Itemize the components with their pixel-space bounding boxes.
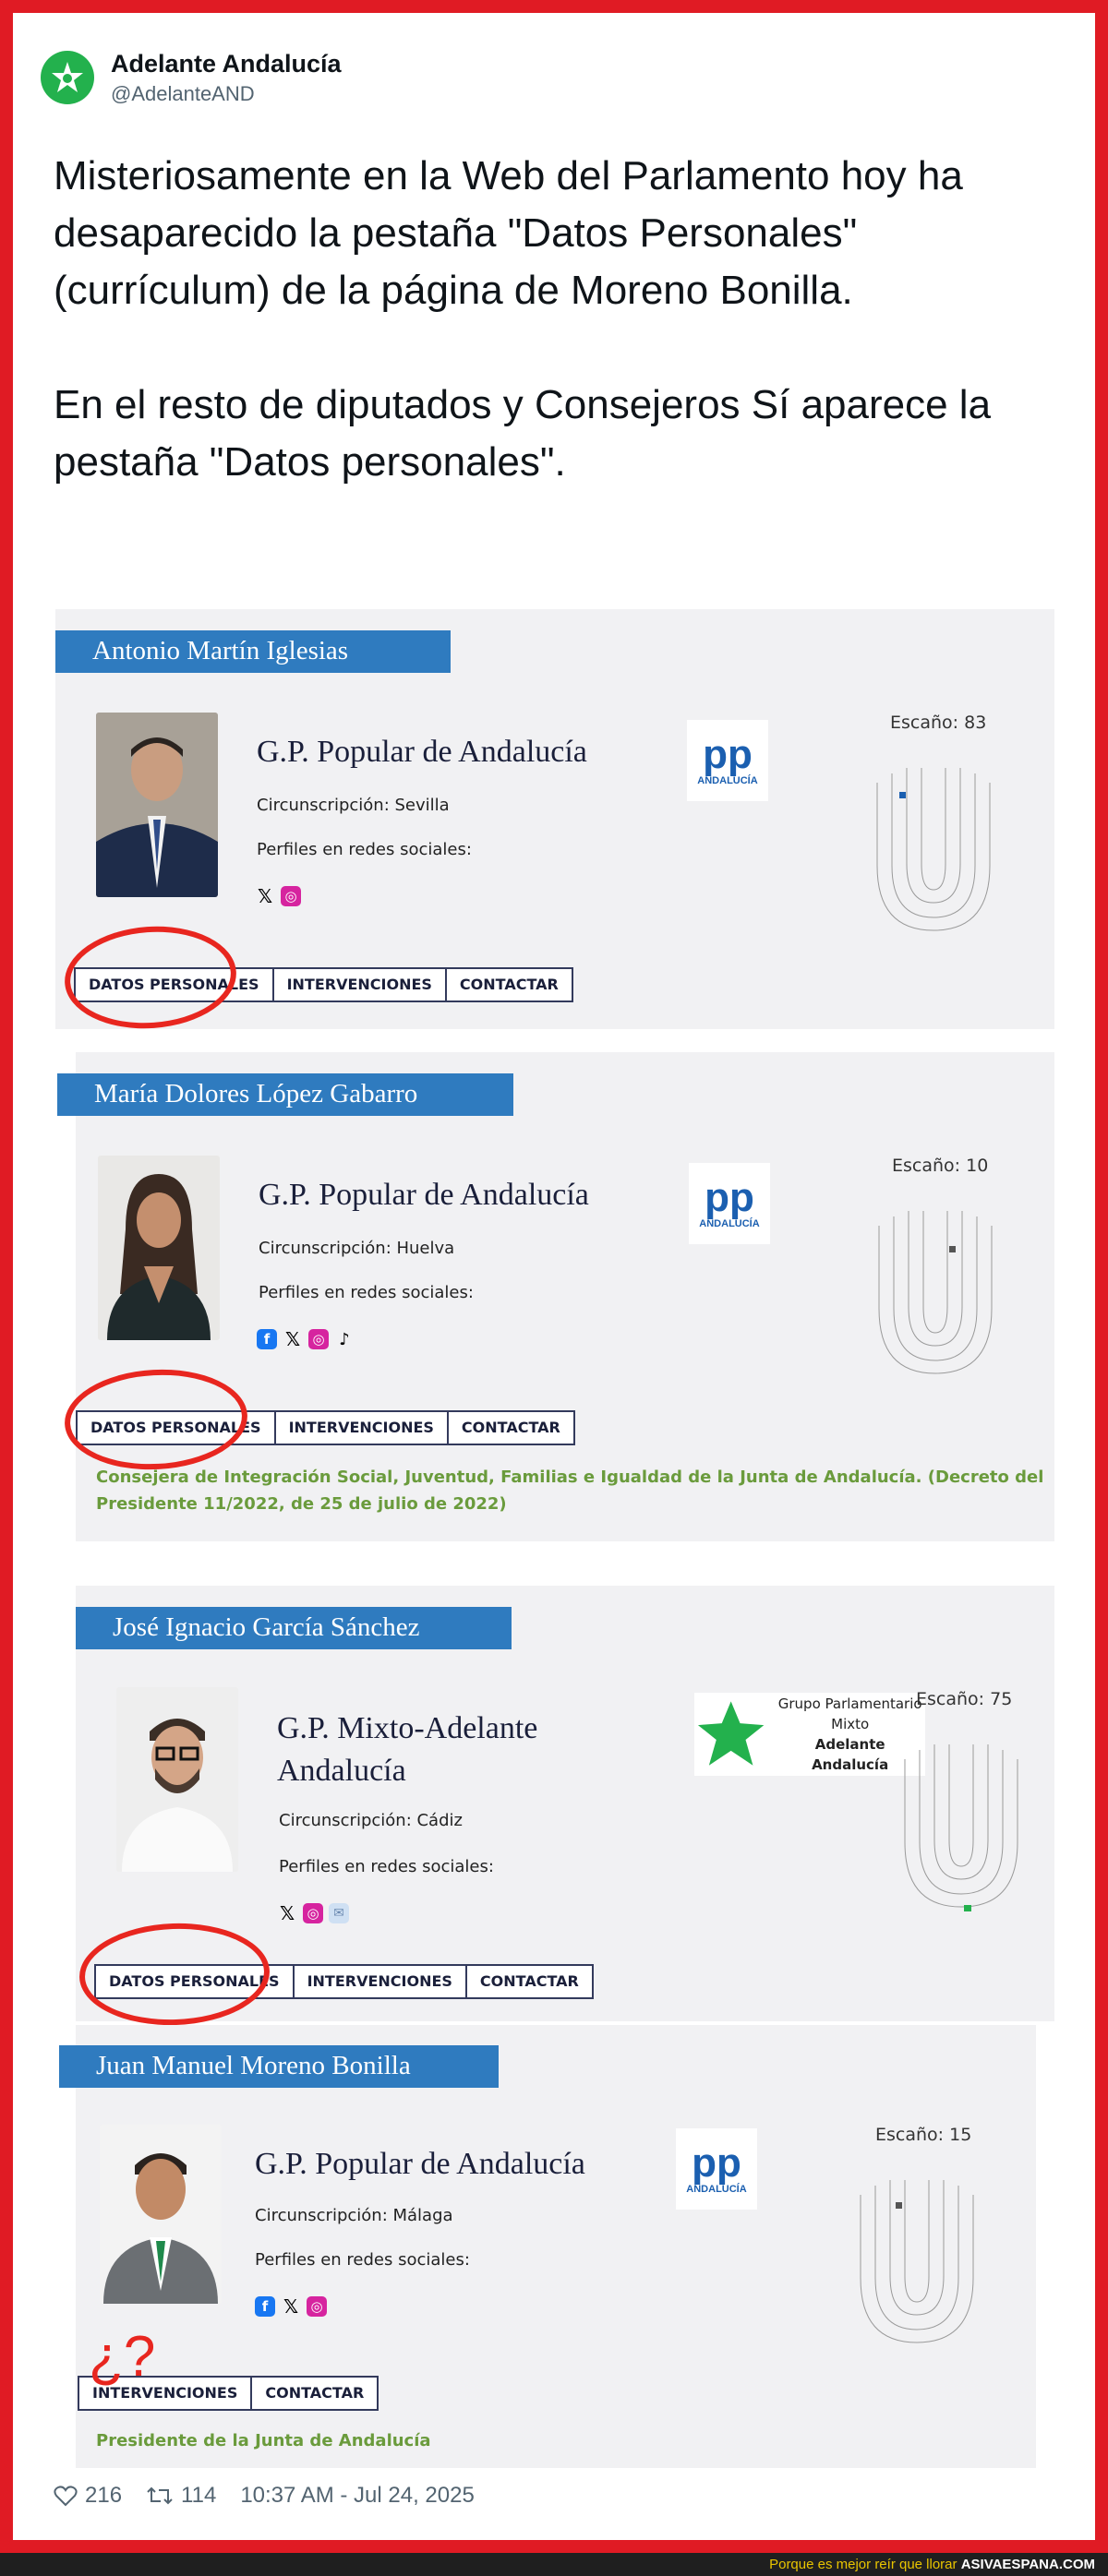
seat-number: Escaño: 83 (890, 713, 987, 733)
tweet-header: Adelante Andalucía @AdelanteAND (41, 41, 342, 114)
retweet-button[interactable]: 114 (146, 2483, 216, 2509)
social-links: 𝕏 ◎ (255, 885, 301, 907)
deputy-name-banner: Antonio Martín Iglesias (55, 630, 451, 673)
like-button[interactable]: 216 (54, 2483, 122, 2509)
pp-logo: pp ANDALUCÍA (676, 2128, 757, 2210)
social-links: f 𝕏 ◎ (255, 2295, 327, 2318)
hemicycle-seat-map (860, 2180, 974, 2343)
deputy-photo (100, 2125, 222, 2304)
heart-icon (54, 2486, 78, 2507)
social-profiles-label: Perfiles en redes sociales: (259, 1283, 474, 1302)
facebook-icon[interactable]: f (255, 2296, 275, 2317)
constituency: Circunscripción: Huelva (259, 1239, 455, 1258)
deputy-name-banner: José Ignacio García Sánchez (76, 1607, 512, 1649)
watermark-text: Porque es mejor reír que llorar (769, 2557, 957, 2572)
tiktok-icon[interactable]: ♪ (334, 1329, 355, 1349)
pp-logo-sub: ANDALUCÍA (699, 1218, 760, 1229)
deputy-name-banner: Juan Manuel Moreno Bonilla (59, 2045, 499, 2088)
social-profiles-label: Perfiles en redes sociales: (255, 2250, 470, 2270)
hemicycle-seat-map (904, 1744, 1018, 1911)
watermark-site[interactable]: ASIVAESPANA.COM (961, 2557, 1095, 2572)
logo-line-1: Grupo Parlamentario (777, 1695, 922, 1712)
party-name: G.P. Popular de Andalucía (255, 2147, 585, 2181)
party-name-line-2: Andalucía (277, 1754, 406, 1788)
retweet-icon (147, 2486, 173, 2505)
deputy-photo (116, 1687, 238, 1872)
question-mark-annotation: ¿? (89, 2325, 156, 2389)
tab-intervenciones[interactable]: INTERVENCIONES (271, 967, 447, 1002)
x-icon[interactable]: 𝕏 (283, 1328, 303, 1350)
pp-logo-letters: pp (692, 2140, 741, 2186)
social-links: f 𝕏 ◎ ♪ (257, 1328, 355, 1350)
timestamp[interactable]: 10:37 AM - Jul 24, 2025 (240, 2483, 475, 2509)
tweet-paragraph-2: En el resto de diputados y Consejeros Sí… (54, 382, 992, 485)
x-icon[interactable]: 𝕏 (255, 885, 275, 907)
instagram-icon[interactable]: ◎ (281, 886, 301, 906)
like-count: 216 (85, 2483, 123, 2508)
author-handle[interactable]: @AdelanteAND (111, 82, 342, 106)
constituency: Circunscripción: Cádiz (279, 1811, 463, 1830)
social-profiles-label: Perfiles en redes sociales: (279, 1857, 494, 1876)
tweet-footer: 216 114 10:37 AM - Jul 24, 2025 (54, 2483, 475, 2509)
facebook-icon[interactable]: f (257, 1329, 277, 1349)
role-note: Presidente de la Junta de Andalucía (96, 2431, 431, 2450)
seat-number: Escaño: 15 (875, 2125, 972, 2145)
x-icon[interactable]: 𝕏 (281, 2295, 301, 2318)
email-icon[interactable]: ✉ (329, 1903, 349, 1923)
pp-logo-sub: ANDALUCÍA (686, 2184, 747, 2195)
tab-contactar[interactable]: CONTACTAR (464, 1964, 594, 1999)
tab-contactar[interactable]: CONTACTAR (446, 1410, 575, 1445)
adelante-star-icon (697, 1701, 765, 1766)
pp-logo-letters: pp (703, 732, 753, 777)
party-name: G.P. Popular de Andalucía (259, 1178, 589, 1212)
watermark-bar: Porque es mejor reír que llorar ASIVAESP… (0, 2553, 1108, 2576)
pp-logo: pp ANDALUCÍA (689, 1163, 770, 1244)
tweet-text: Misteriosamente en la Web del Parlamento… (54, 148, 1069, 548)
retweet-count: 114 (181, 2483, 217, 2508)
pp-logo-sub: ANDALUCÍA (697, 775, 758, 786)
instagram-icon[interactable]: ◎ (303, 1903, 323, 1923)
author-name[interactable]: Adelante Andalucía (111, 50, 342, 78)
constituency: Circunscripción: Sevilla (257, 796, 450, 815)
logo-line-2: Mixto (831, 1716, 870, 1732)
pp-logo: pp ANDALUCÍA (687, 720, 768, 801)
tab-contactar[interactable]: CONTACTAR (250, 2376, 379, 2411)
adelante-andalucia-logo: Grupo Parlamentario Mixto Adelante Andal… (694, 1693, 925, 1776)
deputy-name-banner: María Dolores López Gabarro (57, 1073, 513, 1116)
party-name: G.P. Popular de Andalucía (257, 735, 587, 769)
tab-contactar[interactable]: CONTACTAR (444, 967, 573, 1002)
tab-intervenciones[interactable]: INTERVENCIONES (292, 1964, 467, 1999)
instagram-icon[interactable]: ◎ (308, 1329, 329, 1349)
pp-logo-letters: pp (705, 1175, 754, 1220)
seat-number: Escaño: 75 (916, 1689, 1013, 1709)
party-name-line-1: G.P. Mixto-Adelante (277, 1711, 538, 1745)
instagram-icon[interactable]: ◎ (307, 2296, 327, 2317)
tweet-paragraph-1: Misteriosamente en la Web del Parlamento… (54, 153, 963, 313)
constituency: Circunscripción: Málaga (255, 2206, 453, 2225)
x-icon[interactable]: 𝕏 (277, 1902, 297, 1924)
seat-number: Escaño: 10 (892, 1156, 989, 1176)
deputy-photo (96, 713, 218, 897)
tab-intervenciones[interactable]: INTERVENCIONES (273, 1410, 449, 1445)
role-note: Consejera de Integración Social, Juventu… (96, 1468, 1044, 1514)
adelante-star-icon (52, 62, 83, 92)
social-links: 𝕏 ◎ ✉ (277, 1902, 349, 1924)
social-profiles-label: Perfiles en redes sociales: (257, 840, 472, 859)
hemicycle-seat-map (878, 1211, 993, 1374)
deputy-photo (98, 1156, 220, 1340)
avatar[interactable] (41, 51, 94, 104)
hemicycle-seat-map (876, 768, 991, 931)
